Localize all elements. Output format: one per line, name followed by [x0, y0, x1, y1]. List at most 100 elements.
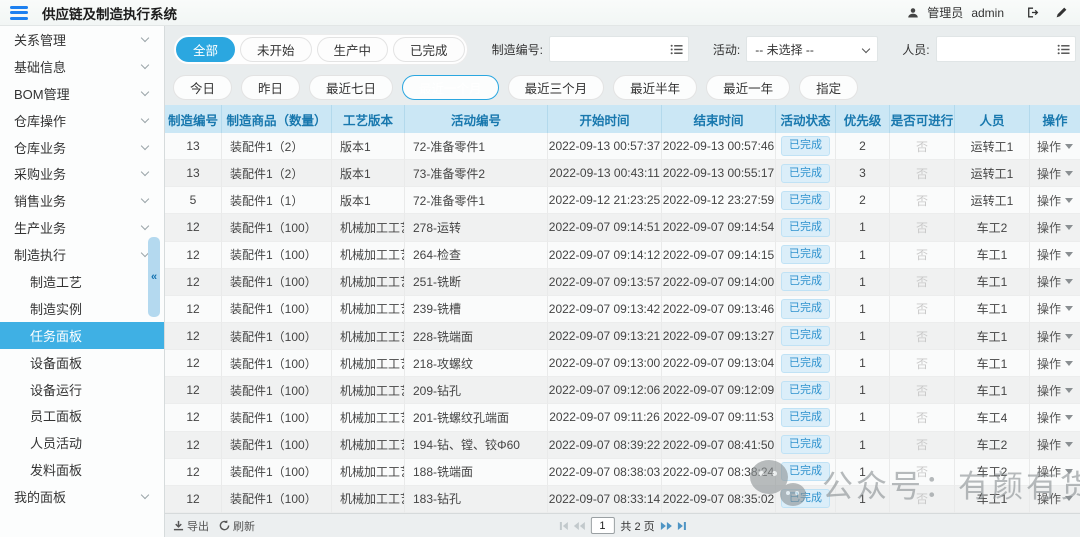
sidebar-item-label: 我的面板 [14, 487, 66, 506]
sidebar-item-制造工艺[interactable]: 制造工艺 [0, 268, 164, 295]
sidebar-item-仓库操作[interactable]: 仓库操作 [0, 107, 164, 134]
cell: 2022-09-07 09:12:09 [662, 377, 776, 404]
caret-down-icon [1065, 144, 1073, 149]
first-page-button[interactable] [559, 522, 567, 530]
chevron-down-icon [141, 222, 149, 230]
sidebar-item-基础信息[interactable]: 基础信息 [0, 53, 164, 80]
list-picker-icon[interactable] [1057, 43, 1070, 61]
sidebar-item-仓库业务[interactable]: 仓库业务 [0, 134, 164, 161]
logout-icon[interactable] [1026, 6, 1039, 19]
cell: 运转工1 [955, 133, 1030, 160]
sidebar-item-label: 制造工艺 [30, 272, 82, 291]
row-action-label: 操作 [1037, 273, 1061, 290]
cell: 版本1 [332, 133, 405, 160]
sidebar-item-销售业务[interactable]: 销售业务 [0, 187, 164, 214]
sidebar-item-员工面板[interactable]: 员工面板 [0, 402, 164, 429]
table-row: 13装配件1（2）版本173-准备零件22022-09-13 00:43:112… [165, 160, 1080, 187]
sidebar-item-采购业务[interactable]: 采购业务 [0, 160, 164, 187]
column-header-工艺版本[interactable]: 工艺版本 [332, 105, 405, 133]
date-tab-最近半年[interactable]: 最近半年 [613, 75, 697, 100]
sidebar-item-设备运行[interactable]: 设备运行 [0, 376, 164, 403]
last-page-button[interactable] [678, 522, 686, 530]
date-tab-最近三个月[interactable]: 最近三个月 [508, 75, 605, 100]
row-action-button[interactable]: 操作 [1037, 165, 1073, 182]
row-action-button[interactable]: 操作 [1037, 246, 1073, 263]
date-tab-最近七日[interactable]: 最近七日 [309, 75, 393, 100]
manufacture-no-input[interactable] [550, 37, 688, 61]
column-header-制造编号[interactable]: 制造编号 [165, 105, 222, 133]
column-header-人员[interactable]: 人员 [955, 105, 1030, 133]
date-tab-最近一年[interactable]: 最近一年 [706, 75, 790, 100]
edit-pen-icon[interactable] [1055, 6, 1068, 19]
status-tab-全部[interactable]: 全部 [176, 37, 235, 62]
sidebar-item-BOM管理[interactable]: BOM管理 [0, 80, 164, 107]
column-header-是否可进行[interactable]: 是否可进行 [890, 105, 955, 133]
sidebar-item-label: 仓库业务 [14, 138, 66, 157]
cell: 2022-09-07 08:35:02 [662, 486, 776, 513]
column-header-操作[interactable]: 操作 [1030, 105, 1080, 133]
cell: 2022-09-07 09:14:51 [548, 214, 662, 241]
row-action-button[interactable]: 操作 [1037, 273, 1073, 290]
row-action-button[interactable]: 操作 [1037, 328, 1073, 345]
status-tab-生产中[interactable]: 生产中 [317, 37, 389, 62]
row-action-button[interactable]: 操作 [1037, 192, 1073, 209]
row-action-button[interactable]: 操作 [1037, 409, 1073, 426]
cell: 否 [890, 323, 955, 350]
refresh-button[interactable]: 刷新 [219, 518, 255, 534]
caret-down-icon [1065, 225, 1073, 230]
row-action-button[interactable]: 操作 [1037, 382, 1073, 399]
person-label: 人员: [902, 41, 929, 58]
date-tab-指定[interactable]: 指定 [799, 75, 858, 100]
hamburger-menu-icon[interactable] [10, 6, 28, 20]
column-header-优先级[interactable]: 优先级 [836, 105, 890, 133]
cell: 车工1 [955, 323, 1030, 350]
cell: 278-运转 [405, 214, 548, 241]
status-tab-未开始[interactable]: 未开始 [240, 37, 312, 62]
sidebar-item-生产业务[interactable]: 生产业务 [0, 214, 164, 241]
column-header-活动编号[interactable]: 活动编号 [405, 105, 548, 133]
cell: 机械加工工艺卡 [332, 350, 405, 377]
date-tab-今日[interactable]: 今日 [173, 75, 232, 100]
row-action-button[interactable]: 操作 [1037, 436, 1073, 453]
sidebar-item-设备面板[interactable]: 设备面板 [0, 349, 164, 376]
page-number-input[interactable] [590, 517, 614, 534]
sidebar-item-我的面板[interactable]: 我的面板 [0, 483, 164, 510]
export-button[interactable]: 导出 [173, 518, 209, 534]
cell: 2022-09-07 09:13:00 [548, 350, 662, 377]
row-action-button[interactable]: 操作 [1037, 490, 1073, 507]
cell: 1 [836, 377, 890, 404]
sidebar-item-人员活动[interactable]: 人员活动 [0, 429, 164, 456]
date-tab-昨日[interactable]: 昨日 [241, 75, 300, 100]
status-tab-已完成[interactable]: 已完成 [393, 37, 465, 62]
row-action-button[interactable]: 操作 [1037, 300, 1073, 317]
sidebar-item-任务面板[interactable]: 任务面板 [0, 322, 164, 349]
next-page-button[interactable] [661, 522, 672, 530]
row-action-button[interactable]: 操作 [1037, 355, 1073, 372]
row-action-button[interactable]: 操作 [1037, 463, 1073, 480]
row-action-button[interactable]: 操作 [1037, 219, 1073, 236]
column-header-制造商品（数量）[interactable]: 制造商品（数量） [222, 105, 332, 133]
app-window: 供应链及制造执行系统 管理员 admin 关系管理基础信息BOM管理仓库操作仓库… [0, 0, 1080, 537]
cell: 72-准备零件1 [405, 133, 548, 160]
cell: 183-钻孔 [405, 486, 548, 513]
column-header-开始时间[interactable]: 开始时间 [548, 105, 662, 133]
cell: 已完成 [776, 350, 836, 377]
cell: 已完成 [776, 486, 836, 513]
row-action-button[interactable]: 操作 [1037, 138, 1073, 155]
list-picker-icon[interactable] [670, 43, 683, 61]
date-tab-最近一个月[interactable]: 最近一个月 [402, 75, 499, 100]
prev-page-button[interactable] [573, 522, 584, 530]
sidebar-item-发料面板[interactable]: 发料面板 [0, 456, 164, 483]
activity-select[interactable]: -- 未选择 -- [746, 36, 878, 62]
sidebar-item-制造执行[interactable]: 制造执行 [0, 241, 164, 268]
column-header-结束时间[interactable]: 结束时间 [662, 105, 776, 133]
sidebar-item-制造实例[interactable]: 制造实例 [0, 295, 164, 322]
table-row: 12装配件1（100）机械加工工艺卡209-钻孔2022-09-07 09:12… [165, 377, 1080, 404]
table-row: 5装配件1（1）版本172-准备零件12022-09-12 21:23:2520… [165, 187, 1080, 214]
sidebar-item-关系管理[interactable]: 关系管理 [0, 26, 164, 53]
column-header-活动状态[interactable]: 活动状态 [776, 105, 836, 133]
cell: 12 [165, 459, 222, 486]
status-badge: 已完成 [781, 136, 830, 155]
sidebar-collapse-handle[interactable]: « [148, 237, 160, 317]
person-input[interactable] [937, 37, 1075, 61]
